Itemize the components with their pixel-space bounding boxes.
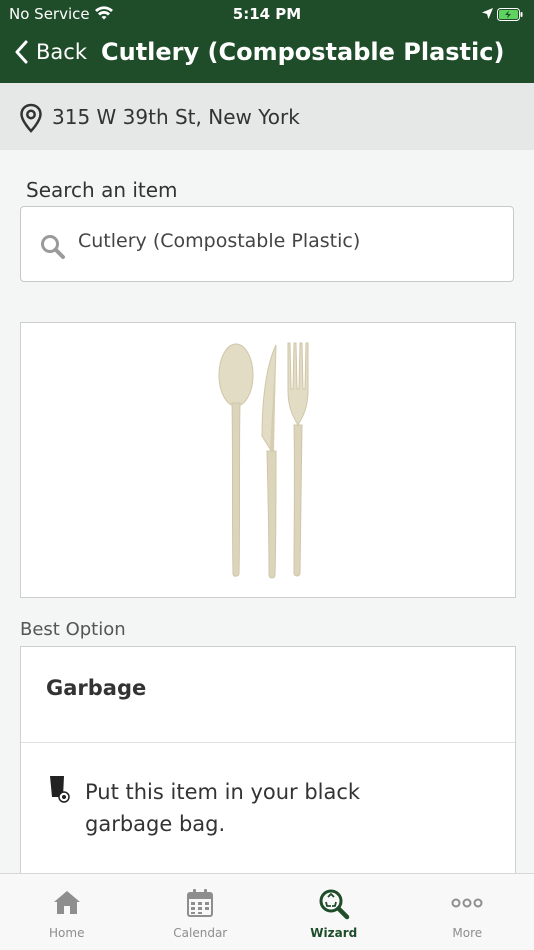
clock: 5:14 PM — [232, 5, 302, 23]
battery-icon — [497, 7, 523, 25]
header: No Service 5:14 PM Back Cutlery (Compost… — [0, 0, 534, 83]
page-title: Cutlery (Compostable Plastic) — [101, 38, 505, 66]
address-text: 315 W 39th St, New York — [52, 105, 300, 129]
more-icon — [401, 888, 534, 920]
search-icon — [40, 234, 66, 264]
tab-calendar[interactable]: Calendar — [134, 874, 268, 950]
divider — [21, 742, 515, 743]
tab-home-label: Home — [49, 926, 85, 940]
search-field[interactable] — [20, 206, 514, 282]
best-option-label: Best Option — [20, 619, 126, 640]
disposal-instruction: Put this item in your black garbage bag. — [85, 780, 361, 836]
back-label: Back — [36, 40, 87, 64]
item-image-card — [20, 322, 516, 598]
location-pin-icon — [19, 103, 43, 137]
search-label: Search an item — [26, 178, 178, 202]
chevron-left-icon — [15, 40, 28, 64]
tab-more-label: More — [452, 926, 483, 940]
status-bar: No Service 5:14 PM — [0, 0, 534, 28]
home-icon — [0, 888, 134, 920]
nav-bar: Back Cutlery (Compostable Plastic) — [0, 30, 534, 80]
location-arrow-icon — [481, 6, 494, 24]
tab-home[interactable]: Home — [0, 874, 134, 950]
search-input[interactable] — [78, 230, 498, 252]
garbage-bin-icon — [49, 775, 71, 807]
tab-wizard-label: Wizard — [310, 926, 358, 940]
wizard-search-icon — [267, 888, 401, 920]
tab-calendar-label: Calendar — [173, 926, 228, 940]
disposal-option-title: Garbage — [46, 676, 147, 700]
disposal-option-card: Garbage Put this item in your black garb… — [20, 646, 516, 876]
back-button[interactable]: Back — [14, 40, 87, 64]
calendar-icon — [134, 888, 268, 920]
cutlery-image — [218, 342, 309, 579]
tab-more[interactable]: More — [401, 874, 534, 950]
location-bar[interactable]: 315 W 39th St, New York — [0, 83, 534, 150]
tab-bar: Home Calendar Wizard More — [0, 873, 534, 950]
tab-wizard[interactable]: Wizard — [267, 874, 401, 950]
